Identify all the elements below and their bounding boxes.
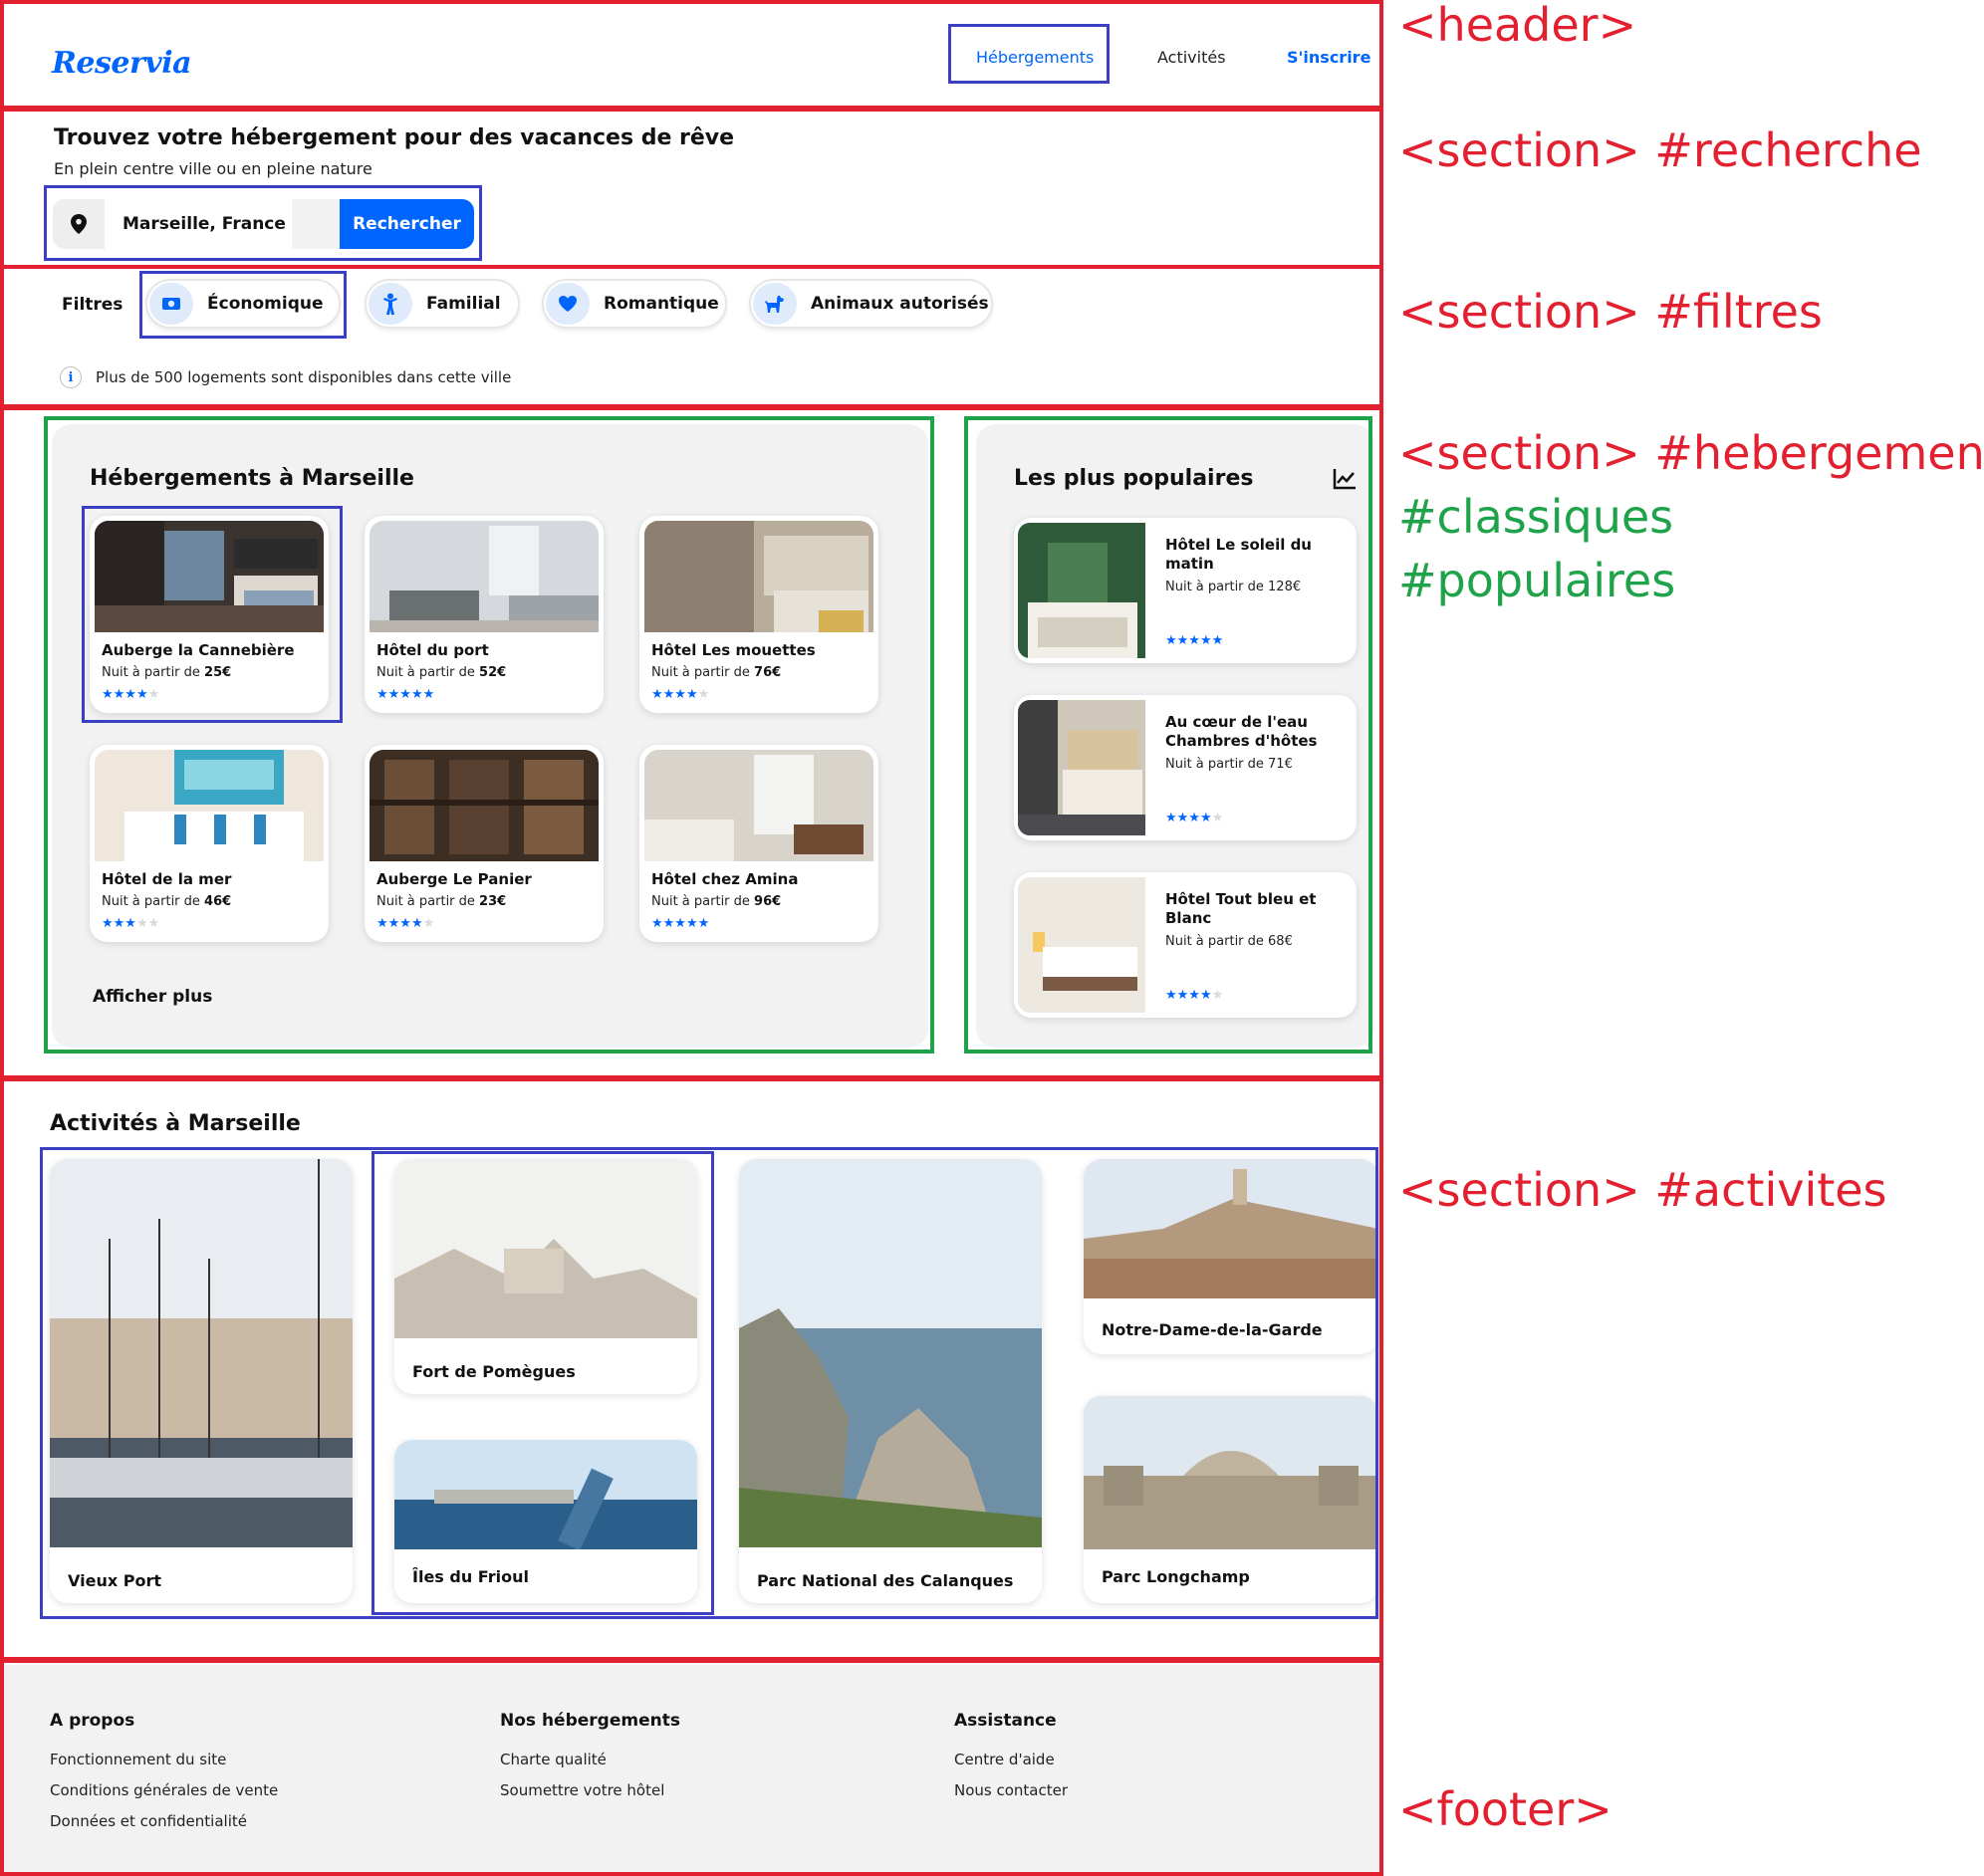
annotation-classiques: #classiques bbox=[1398, 490, 1674, 544]
annotation-hebergements: <section> #hebergements bbox=[1398, 426, 1984, 480]
annotation-filtres: <section> #filtres bbox=[1398, 285, 1823, 339]
highlight-nav bbox=[948, 24, 1110, 84]
highlight-activity-column bbox=[372, 1151, 714, 1615]
populaires-outline bbox=[964, 416, 1372, 1054]
annotation-header: <header> bbox=[1398, 0, 1637, 52]
footer-outline bbox=[0, 1659, 1383, 1876]
annotation-footer: <footer> bbox=[1398, 1782, 1612, 1836]
header-outline bbox=[0, 0, 1383, 110]
annotation-populaires: #populaires bbox=[1398, 554, 1676, 607]
highlight-searchbar bbox=[44, 185, 482, 261]
annotation-activites: <section> #activites bbox=[1398, 1163, 1887, 1217]
annotation-recherche: <section> #recherche bbox=[1398, 123, 1922, 177]
highlight-filter bbox=[139, 271, 347, 339]
highlight-card bbox=[82, 506, 343, 723]
